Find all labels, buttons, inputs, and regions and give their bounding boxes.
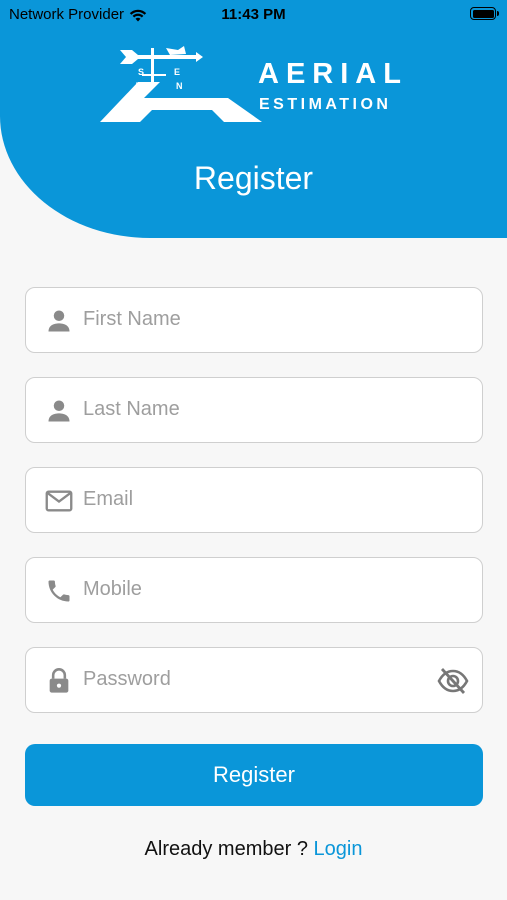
person-icon xyxy=(48,400,70,422)
lock-icon xyxy=(49,668,69,693)
battery-fill xyxy=(472,9,494,18)
mail-icon xyxy=(45,490,73,512)
login-prompt: Already member ? Login xyxy=(0,838,507,861)
first-name-input[interactable] xyxy=(83,288,443,351)
login-link[interactable]: Login xyxy=(314,838,363,860)
app-logo: S E W N AERIAL ESTIMATION xyxy=(100,46,401,126)
phone-icon xyxy=(48,580,70,602)
status-bar: Network Provider 11:43 PM xyxy=(0,0,507,28)
compass-n: N xyxy=(176,81,183,91)
page-title: Register xyxy=(193,160,314,196)
logo-title: AERIAL xyxy=(258,58,408,90)
email-input[interactable] xyxy=(83,468,443,531)
battery-icon xyxy=(470,7,499,20)
login-prompt-text: Already member ? xyxy=(144,838,314,860)
last-name-field[interactable] xyxy=(25,377,483,443)
email-field[interactable] xyxy=(25,467,483,533)
password-field[interactable] xyxy=(25,647,483,713)
status-time: 11:43 PM xyxy=(221,6,286,23)
compass-e: E xyxy=(174,67,180,77)
eye-off-icon[interactable] xyxy=(437,666,469,696)
last-name-input[interactable] xyxy=(83,378,443,441)
compass-s: S xyxy=(138,67,144,77)
mobile-input[interactable] xyxy=(83,558,443,621)
password-input[interactable] xyxy=(83,648,443,711)
person-icon xyxy=(48,310,70,332)
mobile-field[interactable] xyxy=(25,557,483,623)
logo-subtitle: ESTIMATION xyxy=(259,96,392,113)
compass-w: W xyxy=(136,81,145,91)
weathervane-house-logo-icon: S E W N xyxy=(100,46,262,122)
register-button[interactable]: Register xyxy=(25,744,483,806)
first-name-field[interactable] xyxy=(25,287,483,353)
